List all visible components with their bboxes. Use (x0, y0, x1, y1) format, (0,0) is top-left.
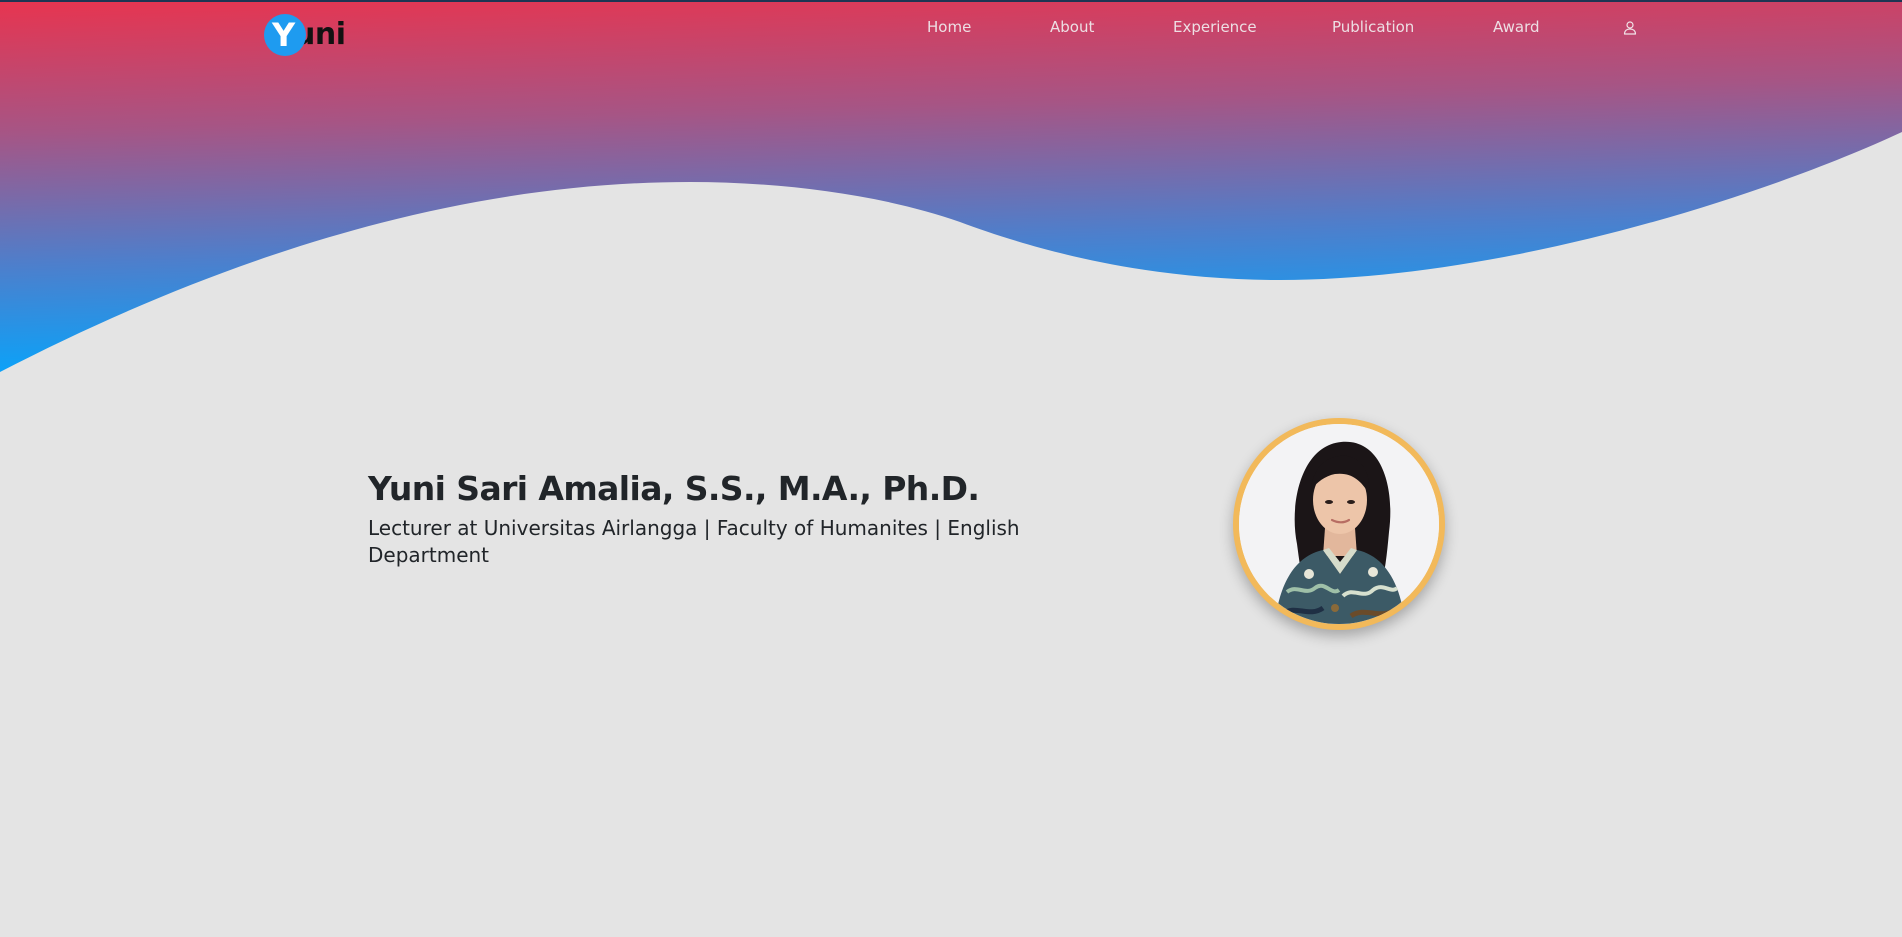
nav-experience[interactable]: Experience (1173, 16, 1257, 38)
nav-publication[interactable]: Publication (1332, 16, 1414, 38)
nav-award[interactable]: Award (1493, 16, 1540, 38)
hero-name: Yuni Sari Amalia, S.S., M.A., Ph.D. (368, 469, 980, 508)
nav-home[interactable]: Home (927, 16, 971, 38)
profile-photo-illustration (1239, 424, 1439, 624)
hero-wave-background (0, 0, 1902, 372)
hero-intro: Yuni Sari Amalia, S.S., M.A., Ph.D. Lect… (368, 465, 1128, 569)
profile-photo-frame (1233, 418, 1445, 630)
main-navigation: Home About Experience Publication Award (0, 16, 1902, 40)
nav-about[interactable]: About (1050, 16, 1094, 38)
user-icon[interactable] (1622, 20, 1638, 36)
user-icon-glyph (1623, 21, 1637, 35)
hero-subtitle: Lecturer at Universitas Airlangga | Facu… (368, 516, 1020, 567)
profile-photo (1239, 424, 1439, 624)
page: Y uni Home About Experience Publication … (0, 0, 1902, 937)
top-border (0, 0, 1902, 2)
